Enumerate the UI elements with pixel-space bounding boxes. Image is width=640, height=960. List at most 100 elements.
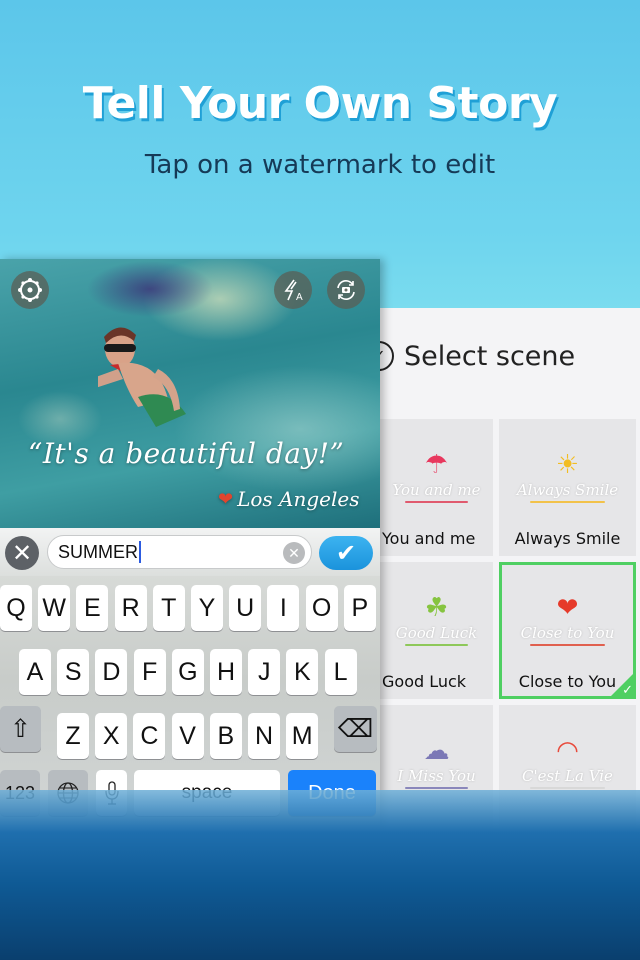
key-label: X xyxy=(102,721,120,750)
scene-label: You and me xyxy=(382,529,476,548)
key-z[interactable]: Z xyxy=(57,713,89,759)
clear-icon: ✕ xyxy=(288,544,300,561)
key-label: M xyxy=(291,721,313,750)
switch-camera-button[interactable] xyxy=(327,271,365,309)
key-f[interactable]: F xyxy=(133,649,166,695)
key-w[interactable]: W xyxy=(38,585,71,631)
watermark-edit-bar: ✕ SUMMER ✕ ✔ xyxy=(0,528,380,576)
key-n[interactable]: N xyxy=(248,713,280,759)
phone-screen: A “It's a beautiful day!” ❤ Los Angeles … xyxy=(0,259,380,834)
scene-grid: ☂ You and me You and me ☀ Always Smile Always… xyxy=(380,419,640,842)
key-a[interactable]: A xyxy=(19,649,51,695)
checkmark-icon: ✔ xyxy=(335,539,357,567)
key-label: V xyxy=(179,721,196,750)
key-o[interactable]: O xyxy=(305,585,338,631)
cancel-button[interactable]: ✕ xyxy=(5,536,39,570)
scene-script-text: You and me xyxy=(392,481,481,499)
scene-glyph-icon: ☀ xyxy=(555,449,580,479)
key-y[interactable]: Y xyxy=(191,585,223,631)
key-m[interactable]: M xyxy=(286,713,319,759)
scene-script-text: I Miss You xyxy=(397,767,476,785)
delete-key[interactable]: ⌫ xyxy=(334,706,377,752)
scene-preview: ☂ You and me xyxy=(380,449,493,503)
scene-underline xyxy=(529,787,606,789)
scene-script-text: Always Smile xyxy=(516,481,619,499)
scene-card[interactable]: ☀ Always Smile Always Smile xyxy=(499,419,636,556)
key-label: R xyxy=(121,593,140,622)
scene-title: Select scene xyxy=(404,340,576,372)
key-label: C xyxy=(140,721,159,750)
key-b[interactable]: B xyxy=(209,713,242,759)
scene-glyph-icon: ☘ xyxy=(424,592,449,622)
scene-preview: ☁ I Miss You xyxy=(380,735,493,789)
flash-label: A xyxy=(296,292,303,303)
scene-preview: ☘ Good Luck xyxy=(380,592,493,646)
scene-preview: ☀ Always Smile xyxy=(499,449,636,503)
text-caret xyxy=(139,541,141,563)
close-icon: ✕ xyxy=(11,539,33,567)
scene-card[interactable]: ☂ You and me You and me xyxy=(380,419,493,556)
key-s[interactable]: S xyxy=(57,649,90,695)
watermark-quote[interactable]: “It's a beautiful day!” xyxy=(28,437,344,470)
key-label: P xyxy=(351,593,369,622)
flash-button[interactable]: A xyxy=(274,271,312,309)
heart-icon: ❤ xyxy=(218,488,234,510)
camera-preview-photo[interactable]: A “It's a beautiful day!” ❤ Los Angeles xyxy=(0,259,380,528)
key-label: L xyxy=(333,657,348,686)
scene-underline xyxy=(529,501,606,503)
scene-script-text: C'est La Vie xyxy=(522,767,613,785)
scene-header: ✓ Select scene xyxy=(364,336,575,376)
scene-glyph-icon: ☂ xyxy=(424,449,449,479)
input-value: SUMMER xyxy=(58,541,138,562)
bottom-reflection-gradient xyxy=(0,790,640,960)
key-label: E xyxy=(84,593,101,622)
scene-underline xyxy=(405,501,468,503)
scene-script-text: Good Luck xyxy=(395,624,478,642)
promo-headline: Tell Your Own Story xyxy=(82,78,558,129)
key-t[interactable]: T xyxy=(152,585,185,631)
key-h[interactable]: H xyxy=(210,649,242,695)
shift-key[interactable]: ⇧ xyxy=(0,706,41,752)
key-k[interactable]: K xyxy=(286,649,319,695)
shift-icon: ⇧ xyxy=(10,715,31,743)
key-label: G xyxy=(178,657,198,686)
scene-underline xyxy=(529,644,606,646)
scene-card[interactable]: ☘ Good Luck Good Luck xyxy=(380,562,493,699)
key-label: F xyxy=(141,657,158,686)
key-g[interactable]: G xyxy=(171,649,204,695)
key-j[interactable]: J xyxy=(248,649,281,695)
scene-card[interactable]: ❤ Close to You Close to You ✓ xyxy=(499,562,636,699)
key-p[interactable]: P xyxy=(343,585,376,631)
key-l[interactable]: L xyxy=(324,649,357,695)
key-d[interactable]: D xyxy=(95,649,128,695)
key-label: T xyxy=(161,593,177,622)
scene-preview: ◠ C'est La Vie xyxy=(499,735,636,789)
clear-input-button[interactable]: ✕ xyxy=(283,542,305,564)
key-q[interactable]: Q xyxy=(0,585,32,631)
settings-button[interactable] xyxy=(11,271,49,309)
confirm-button[interactable]: ✔ xyxy=(319,536,373,570)
key-label: I xyxy=(279,593,287,622)
watermark-location[interactable]: ❤ Los Angeles xyxy=(218,487,360,511)
settings-gear-icon xyxy=(18,278,42,302)
key-label: A xyxy=(26,657,44,686)
key-i[interactable]: I xyxy=(267,585,300,631)
scene-preview: ❤ Close to You xyxy=(499,592,636,646)
key-label: B xyxy=(217,721,235,750)
key-e[interactable]: E xyxy=(76,585,109,631)
key-label: O xyxy=(311,593,332,622)
key-label: Q xyxy=(6,593,26,622)
scene-underline xyxy=(405,787,468,789)
key-label: N xyxy=(254,721,274,750)
scene-glyph-icon: ☁ xyxy=(423,735,450,765)
watermark-text-input[interactable]: SUMMER ✕ xyxy=(47,535,312,569)
scene-underline xyxy=(405,644,468,646)
key-r[interactable]: R xyxy=(114,585,147,631)
key-u[interactable]: U xyxy=(229,585,262,631)
key-c[interactable]: C xyxy=(133,713,166,759)
key-label: S xyxy=(64,657,82,686)
key-label: Y xyxy=(198,593,216,622)
key-x[interactable]: X xyxy=(95,713,128,759)
key-v[interactable]: V xyxy=(171,713,204,759)
key-label: Z xyxy=(65,721,81,750)
